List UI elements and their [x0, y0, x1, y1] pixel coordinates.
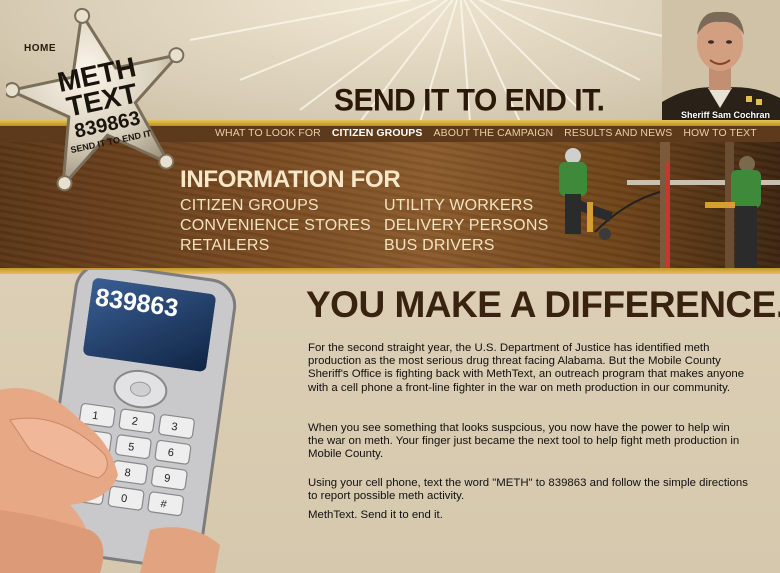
- nav-results-and-news[interactable]: RESULTS AND NEWS: [564, 127, 683, 141]
- tagline: SEND IT TO END IT.: [334, 83, 605, 118]
- nav-how-to-text[interactable]: HOW TO TEXT: [683, 127, 767, 141]
- nav-citizen-groups[interactable]: CITIZEN GROUPS: [332, 127, 434, 141]
- meth-text-badge-logo[interactable]: METH TEXT 839863 SEND IT TO END IT: [6, 6, 194, 194]
- info-link-retailers[interactable]: RETAILERS: [180, 237, 270, 255]
- main-nav: WHAT TO LOOK FOR CITIZEN GROUPS ABOUT TH…: [215, 127, 768, 141]
- info-link-convenience-stores[interactable]: CONVENIENCE STORES: [180, 217, 371, 235]
- paragraph-4: MethText. Send it to end it.: [308, 509, 443, 521]
- nav-what-to-look-for[interactable]: WHAT TO LOOK FOR: [215, 127, 332, 141]
- info-link-utility-workers[interactable]: UTILITY WORKERS: [384, 197, 533, 215]
- info-title: INFORMATION FOR: [180, 166, 401, 193]
- info-link-citizen-groups[interactable]: CITIZEN GROUPS: [180, 197, 319, 215]
- info-link-bus-drivers[interactable]: BUS DRIVERS: [384, 237, 495, 255]
- info-link-delivery-persons[interactable]: DELIVERY PERSONS: [384, 217, 548, 235]
- sheriff-caption: Sheriff Sam Cochran: [681, 110, 771, 120]
- paragraph-2: When you see something that looks suspci…: [308, 422, 740, 461]
- sheriff-photo: [662, 0, 780, 122]
- paragraph-3: Using your cell phone, text the word "ME…: [308, 477, 748, 503]
- headline: YOU MAKE A DIFFERENCE.: [306, 284, 780, 325]
- paragraph-1: For the second straight year, the U.S. D…: [308, 342, 745, 394]
- nav-about-the-campaign[interactable]: ABOUT THE CAMPAIGN: [434, 127, 565, 141]
- utility-workers-photo: [559, 142, 780, 269]
